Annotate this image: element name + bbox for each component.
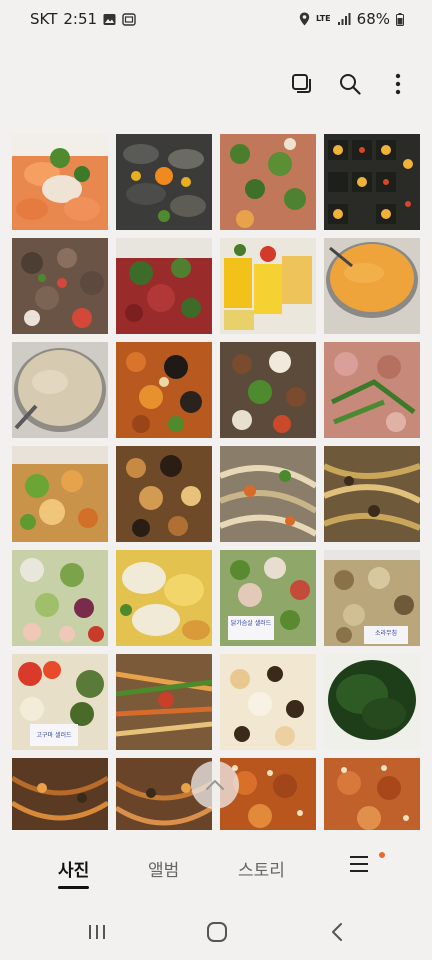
photo-thumbnail[interactable] (12, 446, 108, 542)
home-icon (207, 922, 227, 942)
tile-label: 닭가슴살 샐러드 (230, 620, 272, 627)
battery-percent: 68% (356, 10, 390, 28)
photo-thumbnail[interactable]: 고구마 샐러드 (12, 654, 108, 750)
tab-photos-label: 사진 (58, 861, 90, 881)
status-right: LTE 68% (299, 10, 404, 28)
gallery-notification-icon (103, 13, 116, 25)
active-tab-indicator (58, 886, 90, 889)
signal-icon (337, 12, 351, 25)
tab-photos[interactable]: 사진 (58, 856, 90, 889)
recent-apps-button[interactable] (82, 920, 112, 944)
clock: 2:51 (63, 10, 98, 28)
photo-thumbnail[interactable] (220, 134, 316, 230)
menu-button[interactable] (348, 854, 374, 880)
menu-icon (350, 856, 368, 872)
battery-icon (396, 12, 404, 26)
home-button[interactable] (202, 920, 232, 944)
more-options-button[interactable] (386, 72, 410, 96)
chevron-up-icon (206, 780, 224, 790)
tab-stories-label: 스토리 (238, 861, 285, 881)
photo-thumbnail[interactable] (324, 758, 420, 830)
back-button[interactable] (322, 920, 352, 944)
photo-thumbnail[interactable] (12, 238, 108, 334)
photo-thumbnail[interactable] (116, 134, 212, 230)
status-bar: SKT 2:51 LTE 68% (0, 0, 432, 38)
recent-apps-icon (89, 925, 105, 939)
photo-thumbnail[interactable] (12, 550, 108, 646)
photo-thumbnail[interactable] (116, 238, 212, 334)
photo-thumbnail[interactable] (220, 446, 316, 542)
search-icon (340, 74, 361, 95)
tab-stories[interactable]: 스토리 (238, 856, 285, 881)
photo-thumbnail[interactable] (324, 134, 420, 230)
photo-thumbnail[interactable] (12, 342, 108, 438)
photo-thumbnail[interactable] (324, 342, 420, 438)
bottom-tab-bar: 사진 앨범 스토리 (0, 840, 432, 896)
more-options-icon (395, 73, 401, 95)
network-type: LTE (315, 14, 331, 23)
notification-dot (379, 852, 385, 858)
location-icon (299, 12, 310, 26)
photo-thumbnail[interactable] (220, 238, 316, 334)
photo-thumbnail[interactable] (116, 342, 212, 438)
back-icon (332, 923, 342, 941)
select-icon (292, 74, 311, 93)
tile-label: 고구마 샐러드 (36, 732, 72, 739)
scroll-to-top-button[interactable] (191, 761, 239, 809)
search-button[interactable] (338, 72, 362, 96)
system-nav-bar (0, 906, 432, 960)
screen-capture-icon (122, 12, 136, 26)
photo-thumbnail[interactable] (220, 342, 316, 438)
photo-thumbnail[interactable] (12, 758, 108, 830)
photo-thumbnail[interactable] (12, 134, 108, 230)
carrier-label: SKT (30, 10, 58, 28)
photo-thumbnail[interactable] (324, 238, 420, 334)
tab-albums[interactable]: 앨범 (148, 856, 179, 881)
tile-label: 소라무침 (374, 630, 398, 637)
photo-thumbnail[interactable]: 닭가슴살 샐러드 (220, 550, 316, 646)
photo-thumbnail[interactable] (116, 654, 212, 750)
status-left: SKT 2:51 (30, 10, 136, 28)
photo-thumbnail[interactable] (324, 654, 420, 750)
photo-grid: 닭가슴살 샐러드 소라무침 고구마 샐러드 (12, 134, 420, 830)
select-button[interactable] (290, 72, 314, 96)
tab-albums-label: 앨범 (148, 861, 180, 881)
photo-thumbnail[interactable] (324, 446, 420, 542)
photo-thumbnail[interactable] (116, 446, 212, 542)
photo-thumbnail[interactable]: 소라무침 (324, 550, 420, 646)
photo-thumbnail[interactable] (220, 654, 316, 750)
top-toolbar (290, 72, 410, 96)
photo-thumbnail[interactable] (116, 550, 212, 646)
